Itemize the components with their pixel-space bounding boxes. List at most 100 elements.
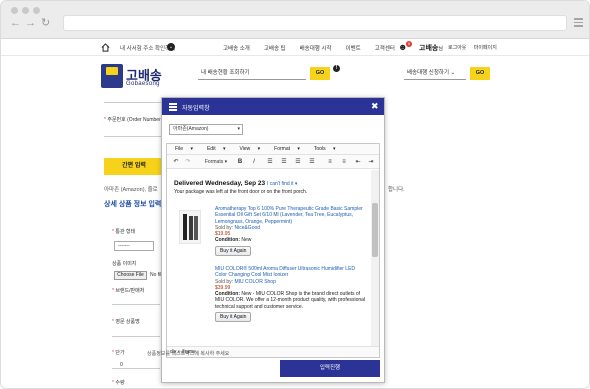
unit-price-label: * 단가 xyxy=(112,350,125,356)
italic-icon[interactable]: I xyxy=(249,157,259,167)
item-seller-link[interactable]: MIU COLOR Shop xyxy=(234,279,275,285)
logout-link[interactable]: 로그아웃 xyxy=(448,45,466,51)
menu-tools-label: Tools xyxy=(313,146,326,152)
menu-file[interactable]: File ▾ xyxy=(167,144,199,154)
menu-tips[interactable]: 고배송 팁 xyxy=(264,44,286,52)
quantity-label: * 수량 xyxy=(112,380,125,386)
notification-badge: 0 xyxy=(406,41,412,47)
search-go-button[interactable]: GO xyxy=(310,67,330,80)
choose-file-button[interactable]: Choose File xyxy=(114,271,147,280)
product-name-label-text: 영문 상품명 xyxy=(115,319,140,325)
order-item-details: Aromatherapy Top 6 100% Pure Therapeutic… xyxy=(215,206,367,256)
back-arrow-icon[interactable]: ← xyxy=(10,17,21,29)
reload-icon[interactable]: ↻ xyxy=(41,17,50,29)
customs-select[interactable]: ------- xyxy=(114,241,154,251)
buy-again-button[interactable]: Buy it Again xyxy=(215,312,252,323)
site-logo[interactable]: 고배송 Gobaesong xyxy=(101,64,191,94)
top-navigation: 내 사서함 주소 확인하기 ⌄ 고배송 소개 고배송 팁 배송대행 시작 이벤트… xyxy=(1,39,589,56)
menu-about[interactable]: 고배송 소개 xyxy=(223,44,250,52)
window-close-dot[interactable] xyxy=(11,7,18,14)
chevron-down-icon[interactable]: ⌄ xyxy=(167,43,175,51)
bold-icon[interactable]: B xyxy=(235,157,245,167)
window-minimize-dot[interactable] xyxy=(22,7,29,14)
menu-support[interactable]: 고객센터 xyxy=(375,44,395,52)
info-icon[interactable]: ! xyxy=(333,65,340,72)
brand-input[interactable] xyxy=(112,295,160,305)
delivery-title-text: Delivered Wednesday, Sep 23 xyxy=(174,180,266,187)
buy-again-button[interactable]: Buy it Again xyxy=(215,245,252,256)
quick-input-button[interactable]: 간편 입력 xyxy=(104,158,164,175)
browser-menu-icon[interactable] xyxy=(574,18,583,29)
menu-view[interactable]: View ▾ xyxy=(232,144,267,154)
item-condition-value: New xyxy=(241,237,252,244)
outdent-icon[interactable]: ⇤ xyxy=(353,157,363,167)
item-condition-label: Condition: xyxy=(215,291,240,298)
amazon-instruction-text: 아마존 (Amazon), 줄로 xyxy=(104,187,158,193)
product-image xyxy=(179,210,201,244)
unit-price-label-text: 단가 xyxy=(115,350,125,356)
formats-dropdown[interactable]: Formats ▾ xyxy=(201,157,231,167)
bullet-list-icon[interactable]: ≡ xyxy=(325,157,335,167)
menu-start[interactable]: 배송대행 시작 xyxy=(300,44,332,52)
home-icon[interactable] xyxy=(101,43,110,52)
browser-toolbar: ← → ↻ xyxy=(1,1,589,39)
window-controls xyxy=(11,7,40,14)
rich-text-editor[interactable]: File ▾ Edit ▾ View ▾ Format ▾ Tools ▾ ↶ … xyxy=(166,143,380,358)
redo-icon[interactable]: ↷ xyxy=(183,157,193,167)
quantity-label-text: 수량 xyxy=(115,380,125,386)
undo-icon[interactable]: ↶ xyxy=(171,157,181,167)
brand-label-text: 브랜드/판매처 xyxy=(115,288,145,294)
hamburger-icon[interactable] xyxy=(169,103,177,112)
user-name: 고배송님 xyxy=(419,43,443,53)
editor-scrollbar[interactable] xyxy=(371,170,379,346)
menu-tools[interactable]: Tools ▾ xyxy=(306,144,342,154)
align-left-icon[interactable]: ☰ xyxy=(265,157,275,167)
item-title[interactable]: Aromatherapy Top 6 100% Pure Therapeutic… xyxy=(215,206,367,225)
submit-button[interactable]: 입력진행 xyxy=(280,360,380,377)
close-icon[interactable]: ✖ xyxy=(371,101,379,111)
align-center-icon[interactable]: ☰ xyxy=(279,157,289,167)
service-go-button[interactable]: GO xyxy=(470,67,490,80)
menu-edit[interactable]: Edit ▾ xyxy=(199,144,232,154)
delivery-status-search[interactable]: 내 배송현황 조회하기 xyxy=(198,67,306,80)
cant-find-link[interactable]: I can't find it ▾ xyxy=(267,181,297,187)
menu-view-label: View xyxy=(239,146,251,152)
source-site-select[interactable]: 아마존(Amazon) ▾ xyxy=(169,124,243,135)
chevron-down-icon: ▾ xyxy=(237,126,240,132)
customs-label-text: 통관 형태 xyxy=(115,229,136,235)
product-name-input[interactable] xyxy=(112,327,160,337)
unit-price-input[interactable] xyxy=(112,359,160,369)
order-number-input[interactable] xyxy=(104,127,162,137)
numbered-list-icon[interactable]: ≡ xyxy=(339,157,349,167)
forward-arrow-icon[interactable]: → xyxy=(25,17,36,29)
justify-icon[interactable]: ☰ xyxy=(307,157,317,167)
source-site-value: 아마존(Amazon) xyxy=(173,126,209,132)
mypage-link[interactable]: 마이페이지 xyxy=(474,45,497,51)
menu-format-label: Format xyxy=(274,146,290,152)
service-select[interactable]: 배송대행 신청하기 ⌄ xyxy=(404,67,466,80)
indent-icon[interactable]: ⇥ xyxy=(366,157,376,167)
menu-format[interactable]: Format ▾ xyxy=(266,144,306,154)
menu-event[interactable]: 이벤트 xyxy=(346,44,361,52)
item-seller-prefix: Sold by: xyxy=(215,278,235,285)
item-seller-prefix: Sold by: xyxy=(215,224,235,231)
form-field-line[interactable] xyxy=(104,93,162,103)
editor-toolbar: ↶ ↷ Formats ▾ B I ☰ ☰ ☰ ☰ ≡ ≡ ⇤ ⇥ xyxy=(167,155,379,169)
formats-label: Formats xyxy=(204,159,224,165)
item-seller-link[interactable]: Nice&Good xyxy=(234,225,260,231)
item-condition: Condition: New - MIU COLOR Shop is the b… xyxy=(215,291,367,310)
service-select-value: 배송대행 신청하기 xyxy=(407,70,450,76)
item-title[interactable]: MIU COLOR® 500ml Aroma Diffuser Ultrason… xyxy=(215,266,367,279)
customs-label: * 통관 형태 xyxy=(112,229,136,235)
product-image-label: 상품 이미지 xyxy=(112,261,137,267)
window-maximize-dot[interactable] xyxy=(33,7,40,14)
align-right-icon[interactable]: ☰ xyxy=(293,157,303,167)
scrollbar-thumb[interactable] xyxy=(372,203,378,257)
address-bar[interactable] xyxy=(63,15,567,31)
brand-label: * 브랜드/판매처 xyxy=(112,288,145,294)
copy-instruction: 상품정보를 텍스트박스에 복사하 주세요 xyxy=(147,351,230,357)
editor-content[interactable]: Delivered Wednesday, Sep 23 I can't find… xyxy=(167,170,371,346)
logo-mark-icon xyxy=(101,64,123,88)
product-name-label: * 영문 상품명 xyxy=(112,319,140,325)
editor-menubar: File ▾ Edit ▾ View ▾ Format ▾ Tools ▾ xyxy=(167,144,379,155)
